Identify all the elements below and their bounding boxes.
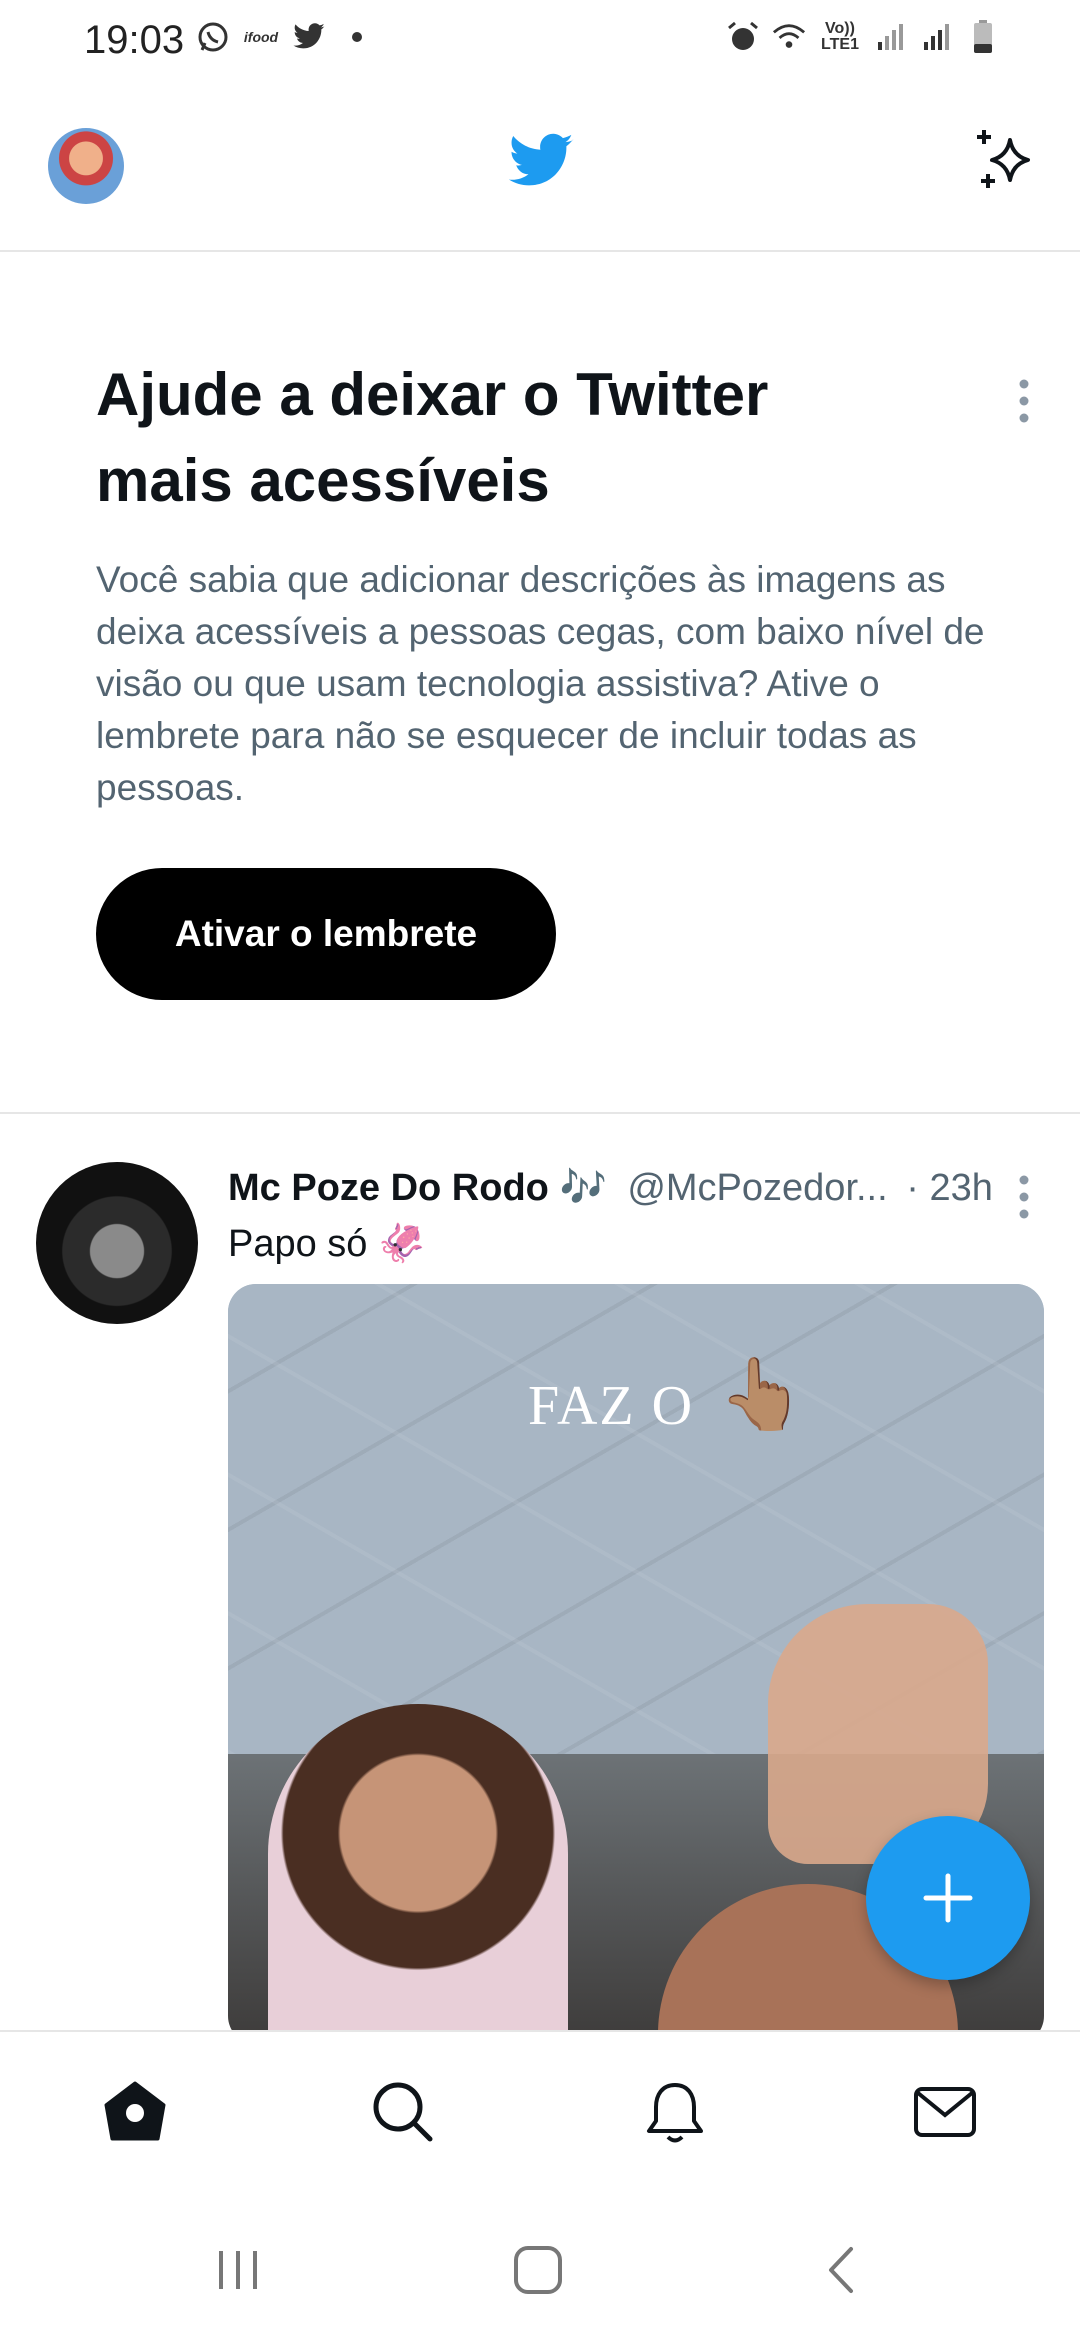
tweet-timestamp: · 23h: [906, 1167, 993, 1209]
back-icon[interactable]: [812, 2240, 872, 2300]
status-left-icons: ifood: [196, 20, 362, 54]
tweet-more-options-icon[interactable]: [1014, 1172, 1034, 1222]
accessibility-prompt-card: Ajude a deixar o Twitter mais acessíveis…: [0, 252, 1080, 1114]
tweet-author-handle[interactable]: @McPozedor...: [627, 1167, 887, 1209]
signal-icon: [874, 20, 908, 54]
lte-indicator: Vo)) LTE1: [821, 20, 859, 53]
pointing-up-emoji: 👆🏽: [718, 1355, 806, 1433]
twitter-bird-icon[interactable]: [506, 132, 576, 192]
sparkle-icon[interactable]: [972, 126, 1042, 196]
tweet-text: Papo só 🦑: [228, 1223, 426, 1265]
tweet-author-avatar[interactable]: [36, 1162, 198, 1324]
battery-icon: [966, 20, 1000, 54]
notifications-icon[interactable]: [640, 2077, 710, 2147]
prompt-title: Ajude a deixar o Twitter mais acessíveis: [96, 361, 769, 514]
status-right-icons: Vo)) LTE1: [726, 20, 1000, 54]
notification-dot: [352, 32, 362, 42]
more-options-icon[interactable]: [1014, 376, 1034, 426]
tweet-header: Mc Poze Do Rodo 🎶 @McPozedor... · 23h: [228, 1162, 993, 1214]
profile-avatar[interactable]: [48, 128, 124, 204]
status-bar: 19:03 ifood Vo)) LTE1: [0, 0, 1080, 80]
alarm-icon: [726, 20, 760, 54]
twitter-icon: [292, 20, 326, 54]
whatsapp-icon: [196, 20, 230, 54]
recent-apps-icon[interactable]: [208, 2240, 268, 2300]
tweet-author-name[interactable]: Mc Poze Do Rodo 🎶: [228, 1167, 607, 1209]
system-navigation-bar: [0, 2180, 1080, 2340]
compose-tweet-button[interactable]: [866, 1816, 1030, 1980]
home-icon[interactable]: [100, 2077, 170, 2147]
bottom-navigation: [0, 2030, 1080, 2182]
signal-icon: [920, 20, 954, 54]
media-caption: FAZ O: [528, 1375, 695, 1437]
home-button-icon[interactable]: [508, 2240, 568, 2300]
status-time: 19:03: [84, 18, 185, 62]
plus-icon: [923, 1873, 973, 1923]
prompt-body: Você sabia que adicionar descrições às i…: [96, 559, 985, 808]
search-icon[interactable]: [368, 2077, 438, 2147]
wifi-icon: [772, 20, 806, 54]
messages-icon[interactable]: [910, 2077, 980, 2147]
media-person: [268, 1704, 568, 2030]
app-header: [0, 80, 1080, 252]
ifood-icon: ifood: [243, 29, 279, 45]
enable-reminder-button[interactable]: Ativar o lembrete: [96, 868, 556, 1000]
